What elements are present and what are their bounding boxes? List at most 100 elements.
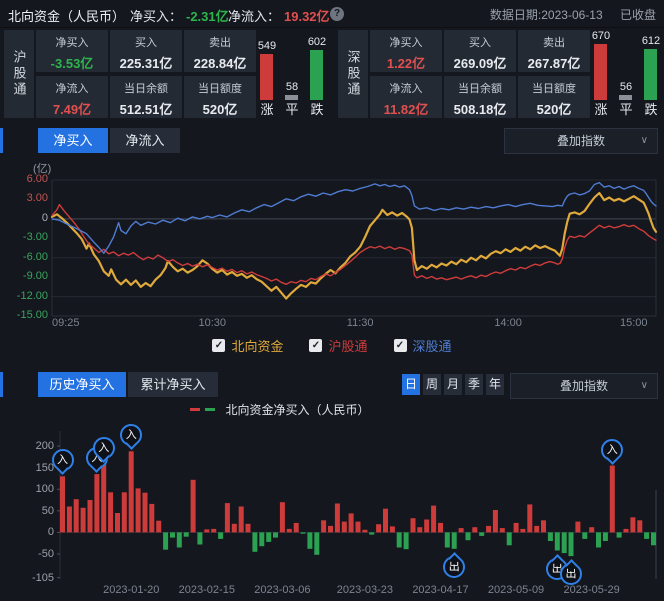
hist-x-tick-2023-01-20: 2023-01-20 — [98, 584, 164, 596]
marker-pin-出: 出 — [560, 563, 582, 585]
legend-label: 北向资金 — [231, 336, 283, 355]
legend-item-沪股通[interactable]: ✓ 沪股通 — [309, 336, 367, 355]
stat-cell-当日额度: 当日额度520亿 — [518, 76, 590, 118]
stat-cell-卖出: 卖出228.84亿 — [184, 30, 256, 72]
y-tick--6: -6.00 — [10, 251, 48, 263]
chevron-down-icon: ∨ — [641, 129, 648, 153]
checkbox-checked-icon[interactable]: ✓ — [309, 339, 322, 352]
period-button-日[interactable]: 日 — [402, 374, 420, 395]
label-flat: 平 — [613, 99, 639, 118]
page-title: 北向资金（人民币） — [8, 6, 125, 25]
label-down: 跌 — [638, 99, 664, 118]
label-flat: 平 — [279, 99, 305, 118]
net-buy-value: -2.31亿 — [186, 6, 229, 25]
period-button-季[interactable]: 季 — [465, 374, 483, 395]
stat-value: 228.84亿 — [184, 53, 256, 72]
net-buy-label: 净买入： — [130, 6, 182, 25]
history-legend: 北向资金净买入（人民币） — [0, 401, 560, 418]
y-tick--12: -12.00 — [10, 290, 48, 302]
x-tick-11:30: 11:30 — [342, 317, 378, 329]
board-name: 沪股通 — [4, 30, 34, 118]
x-tick-09:25: 09:25 — [52, 317, 80, 329]
board-深股通: 深股通净买入1.22亿买入269.09亿卖出267.87亿净流入11.82亿当日… — [338, 30, 664, 118]
period-button-月[interactable]: 月 — [444, 374, 462, 395]
stat-value: 269.09亿 — [444, 53, 516, 72]
stat-label: 净流入 — [370, 80, 442, 96]
stat-cell-买入: 买入269.09亿 — [444, 30, 516, 72]
legend-label: 沪股通 — [328, 336, 367, 355]
legend-dash-green — [205, 408, 215, 411]
stat-value: 11.82亿 — [370, 99, 442, 118]
tab-net-buy[interactable]: 净买入 — [38, 128, 108, 153]
x-tick-15:00: 15:00 — [620, 317, 648, 329]
tab-history-net-buy[interactable]: 历史净买入 — [38, 372, 126, 397]
stat-cell-净买入: 净买入 1.22亿 — [370, 30, 442, 72]
help-icon[interactable]: ? — [330, 7, 344, 21]
marker-pin-出: 出 — [443, 556, 465, 578]
board-name: 深股通 — [338, 30, 368, 118]
stat-label: 当日额度 — [184, 80, 256, 96]
section-accent — [0, 128, 3, 153]
header-right: 数据日期:2023-06-13 已收盘 — [476, 6, 656, 23]
stat-cell-当日余额: 当日余额508.18亿 — [444, 76, 516, 118]
hist-x-tick-2023-04-17: 2023-04-17 — [407, 584, 473, 596]
legend-item-北向资金[interactable]: ✓ 北向资金 — [212, 336, 283, 355]
updown-chart: 670涨56平612跌 — [592, 30, 664, 118]
stat-value: 520亿 — [184, 99, 256, 118]
overlay-index-dropdown-2[interactable]: 叠加指数 ∨ — [510, 373, 658, 399]
y-tick-6: 6.00 — [10, 173, 48, 185]
history-legend-label: 北向资金净买入（人民币） — [225, 401, 369, 418]
x-tick-10:30: 10:30 — [194, 317, 230, 329]
tab-cumulative-net-buy[interactable]: 累计净买入 — [128, 372, 218, 397]
checkbox-checked-icon[interactable]: ✓ — [212, 339, 225, 352]
period-button-周[interactable]: 周 — [423, 374, 441, 395]
tab-net-inflow[interactable]: 净流入 — [110, 128, 180, 153]
app-window: 北向资金（人民币） 净买入： -2.31亿 净流入： 19.32亿 ? 数据日期… — [0, 0, 664, 601]
marker-pin-入: 入 — [52, 449, 74, 471]
net-inflow-label: 净流入： — [228, 6, 280, 25]
overlay-index-label: 叠加指数 — [557, 134, 605, 148]
overlay-index-label-2: 叠加指数 — [560, 379, 608, 393]
count-up: 670 — [588, 30, 614, 42]
count-down: 612 — [638, 35, 664, 47]
chevron-down-icon: ∨ — [641, 374, 648, 398]
net-inflow-value: 19.32亿 — [284, 6, 330, 25]
overlay-index-dropdown[interactable]: 叠加指数 ∨ — [504, 128, 658, 154]
stat-cell-净流入: 净流入 11.82亿 — [370, 76, 442, 118]
label-up: 涨 — [254, 99, 280, 118]
marker-pin-入: 入 — [93, 437, 115, 459]
legend-label: 深股通 — [413, 336, 452, 355]
label-up: 涨 — [588, 99, 614, 118]
bar-down — [310, 50, 323, 100]
marker-pin-入: 入 — [120, 424, 142, 446]
count-up: 549 — [254, 40, 280, 52]
hist-x-tick-2023-02-15: 2023-02-15 — [174, 584, 240, 596]
legend-item-深股通[interactable]: ✓ 深股通 — [394, 336, 452, 355]
bar-down — [644, 49, 657, 100]
hist-y-tick-150: 150 — [14, 462, 54, 474]
section-accent-2 — [0, 372, 3, 397]
y-tick-3: 3.00 — [10, 192, 48, 204]
stat-value: 225.31亿 — [110, 53, 182, 72]
checkbox-checked-icon[interactable]: ✓ — [394, 339, 407, 352]
stat-value: 1.22亿 — [370, 53, 442, 72]
stat-cell-净买入: 净买入-3.53亿 — [36, 30, 108, 72]
y-tick--3: -3.00 — [10, 231, 48, 243]
y-tick-0: 0 — [10, 212, 48, 224]
stat-label: 净买入 — [370, 34, 442, 50]
board-沪股通: 沪股通净买入-3.53亿买入225.31亿卖出228.84亿净流入7.49亿当日… — [4, 30, 334, 118]
intraday-legend: ✓ 北向资金 ✓ 沪股通 ✓ 深股通 — [0, 336, 664, 355]
market-status: 已收盘 — [620, 8, 656, 22]
legend-dash-red — [190, 408, 200, 411]
stat-cell-买入: 买入225.31亿 — [110, 30, 182, 72]
stat-cell-卖出: 卖出267.87亿 — [518, 30, 590, 72]
count-down: 602 — [304, 36, 330, 48]
hist-y-tick-200: 200 — [14, 440, 54, 452]
bar-up — [594, 44, 607, 100]
stat-label: 卖出 — [518, 34, 590, 50]
stat-cell-当日额度: 当日额度 520亿 — [184, 76, 256, 118]
hist-x-tick-2023-03-23: 2023-03-23 — [332, 584, 398, 596]
period-button-年[interactable]: 年 — [486, 374, 504, 395]
stat-value: 512.51亿 — [110, 99, 182, 118]
updown-chart: 549涨58平602跌 — [258, 30, 334, 118]
